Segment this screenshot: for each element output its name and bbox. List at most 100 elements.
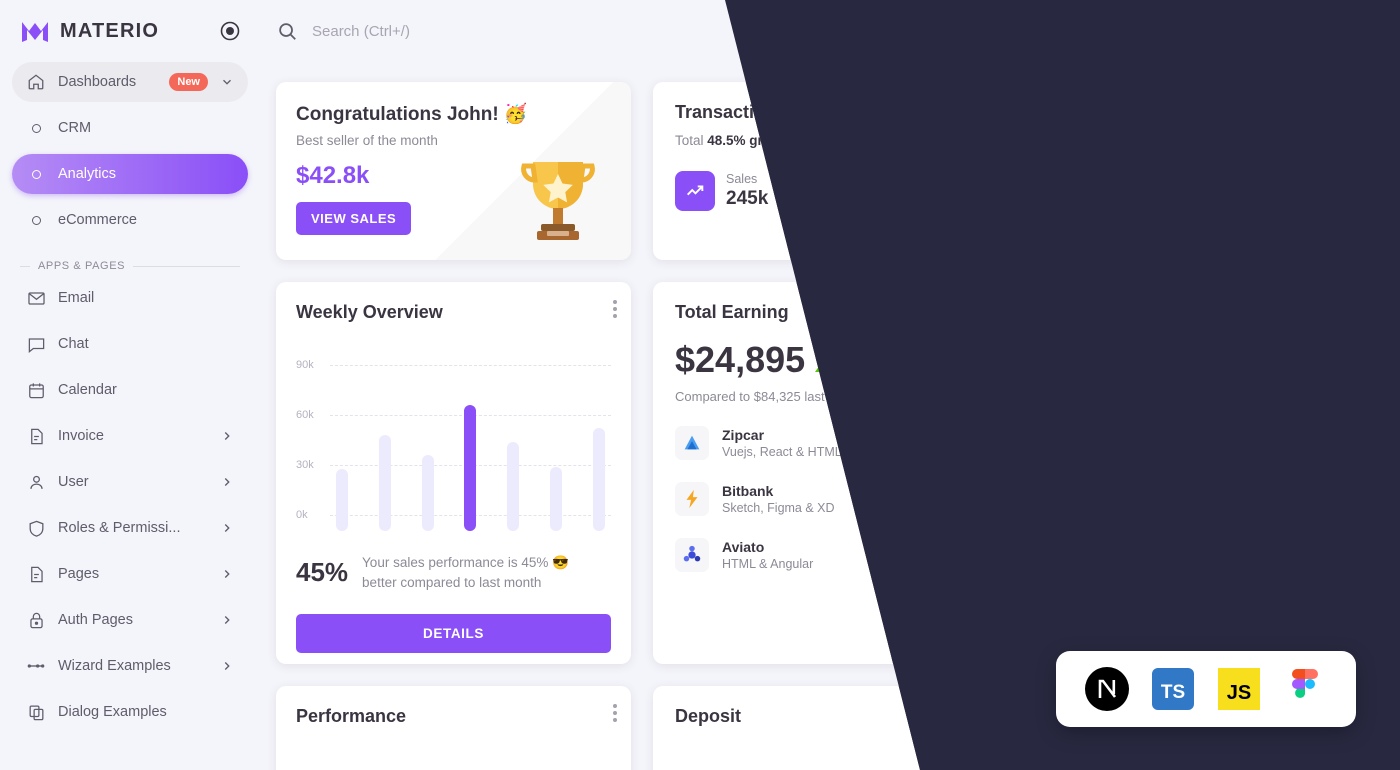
brightness-icon[interactable] [1210, 19, 1234, 43]
app-root: MATERIO Dashboards New CRM Analytics eCo… [0, 0, 1400, 770]
earning-right: $1,245.80 [863, 546, 983, 564]
sidebar-item-dialog-examples[interactable]: Dialog Examples [12, 692, 248, 732]
earning-name: Aviato [722, 539, 765, 555]
bar-Th [464, 404, 477, 531]
chevron-right-icon[interactable] [220, 567, 234, 581]
search-input[interactable] [312, 22, 652, 40]
bar-Tu [378, 435, 391, 531]
sidebar-item-label: Invoice [58, 428, 104, 444]
file-icon [26, 564, 46, 584]
transactions-stats: Sales 245k Customers 12.5k [725, 171, 1373, 211]
stat-value: 1.54k [1070, 188, 1118, 209]
bar-Su [592, 428, 605, 531]
sidebar-item-label: User [58, 474, 89, 490]
sidebar-item-label: Roles & Permissi... [58, 520, 181, 536]
kebab-menu-icon[interactable] [1377, 100, 1381, 118]
total-profit-sparkline [1045, 337, 1174, 397]
search-bar[interactable] [260, 20, 652, 42]
stat-value: 12.5k [898, 188, 946, 209]
weekly-note: Your sales performance is 45% 😎 better c… [362, 553, 569, 592]
chevron-right-icon[interactable] [220, 521, 234, 535]
earning-name: Bitbank [722, 483, 774, 499]
earning-tech: HTML & Angular [722, 557, 814, 571]
tx-sub-post: this month [818, 133, 881, 148]
sidebar-item-analytics[interactable]: Analytics [12, 154, 248, 194]
bell-icon[interactable] [1298, 18, 1323, 43]
sidebar-item-user[interactable]: User [12, 462, 248, 502]
sidebar-item-dashboards[interactable]: Dashboards New [12, 62, 248, 102]
sidebar-apps-nav: Email Chat Calendar Invoice User [0, 278, 260, 732]
svg-text:TS: TS [1161, 682, 1185, 703]
bar-Mo [336, 468, 348, 531]
stat-value: 245k [726, 188, 769, 209]
deposit-title: Deposit [675, 706, 742, 726]
kebab-menu-icon[interactable] [1377, 300, 1381, 318]
sidebar-item-calendar[interactable]: Calendar [12, 370, 248, 410]
kebab-menu-icon[interactable] [613, 300, 617, 318]
view-sales-button[interactable]: VIEW SALES [296, 202, 412, 235]
performance-card: Performance [276, 686, 631, 770]
kebab-menu-icon[interactable] [987, 300, 991, 318]
home-icon [26, 72, 46, 92]
y-tick-label: 0k [296, 509, 308, 521]
figma-logo-icon[interactable] [1281, 665, 1329, 713]
weekly-profit-change: +42% [1311, 389, 1343, 403]
sidebar-item-ecommerce[interactable]: eCommerce [12, 200, 248, 240]
kebab-menu-icon[interactable] [613, 704, 617, 722]
tech-stack-badge[interactable]: TS JS [1056, 651, 1356, 727]
typescript-logo-icon[interactable]: TS [1149, 665, 1197, 713]
chevron-right-icon[interactable] [220, 613, 234, 627]
shield-icon [26, 518, 46, 538]
search-icon[interactable] [276, 20, 298, 42]
nextjs-logo-icon[interactable] [1083, 665, 1131, 713]
chevron-right-icon[interactable] [220, 429, 234, 443]
sidebar-item-roles-permissions[interactable]: Roles & Permissi... [12, 508, 248, 548]
sidebar-item-chat[interactable]: Chat [12, 324, 248, 364]
zipcar-logo-icon [675, 426, 709, 460]
performance-title: Performance [296, 706, 407, 726]
account-icon [847, 171, 887, 211]
pin-circle-icon[interactable] [220, 21, 240, 41]
withdraw-view-all[interactable]: View All [1326, 737, 1370, 751]
sidebar-section-label: APPS & PAGES [0, 246, 260, 278]
dollar-icon [1191, 171, 1231, 211]
total-earning-delta: 10% [815, 361, 856, 376]
deposit-view-all[interactable]: View All [939, 710, 983, 724]
details-button[interactable]: DETAILS [296, 614, 611, 654]
circle-icon [26, 164, 46, 184]
earning-right: $8,650.20 [863, 490, 983, 508]
apps-grid-icon[interactable] [1254, 19, 1278, 43]
avatar[interactable] [1342, 12, 1381, 51]
app-header [260, 0, 1400, 62]
chevron-down-icon[interactable] [220, 75, 234, 89]
weekly-note-line1: Your sales performance is 45% 😎 [362, 555, 569, 570]
circle-icon [26, 210, 46, 230]
status-badge [1370, 40, 1381, 51]
weekly-profit-label: Total Profit [1236, 356, 1309, 372]
page-title: Congratulations John! 🥳 [296, 104, 528, 125]
file-icon [26, 426, 46, 446]
sidebar-item-email[interactable]: Email [12, 278, 248, 318]
sidebar-item-pages[interactable]: Pages [12, 554, 248, 594]
chevron-right-icon[interactable] [220, 475, 234, 489]
bar-We [421, 455, 434, 531]
javascript-logo-icon[interactable]: JS [1215, 665, 1263, 713]
sidebar-item-crm[interactable]: CRM [12, 108, 248, 148]
language-icon[interactable] [1166, 19, 1190, 43]
weekly-note-line2: better compared to last month [362, 574, 542, 590]
tx-sub-emoji: 😎 [794, 133, 819, 148]
devices-icon [1019, 171, 1059, 211]
sidebar-item-label: Auth Pages [58, 612, 133, 628]
chevron-right-icon[interactable] [220, 659, 234, 673]
trending-up-icon [675, 171, 715, 211]
trophy-icon [521, 162, 595, 240]
weekly-profit-value-row: $25.6k +42% [1236, 380, 1381, 406]
notification-badge [1314, 18, 1323, 27]
sidebar-item-wizard-examples[interactable]: Wizard Examples [12, 646, 248, 686]
materio-logo-icon [22, 22, 48, 42]
weekly-performance-note: 45% Your sales performance is 45% 😎 bett… [296, 553, 611, 592]
bar-Fr [507, 441, 520, 531]
sidebar-item-invoice[interactable]: Invoice [12, 416, 248, 456]
copy-icon [26, 702, 46, 722]
sidebar-item-auth-pages[interactable]: Auth Pages [12, 600, 248, 640]
